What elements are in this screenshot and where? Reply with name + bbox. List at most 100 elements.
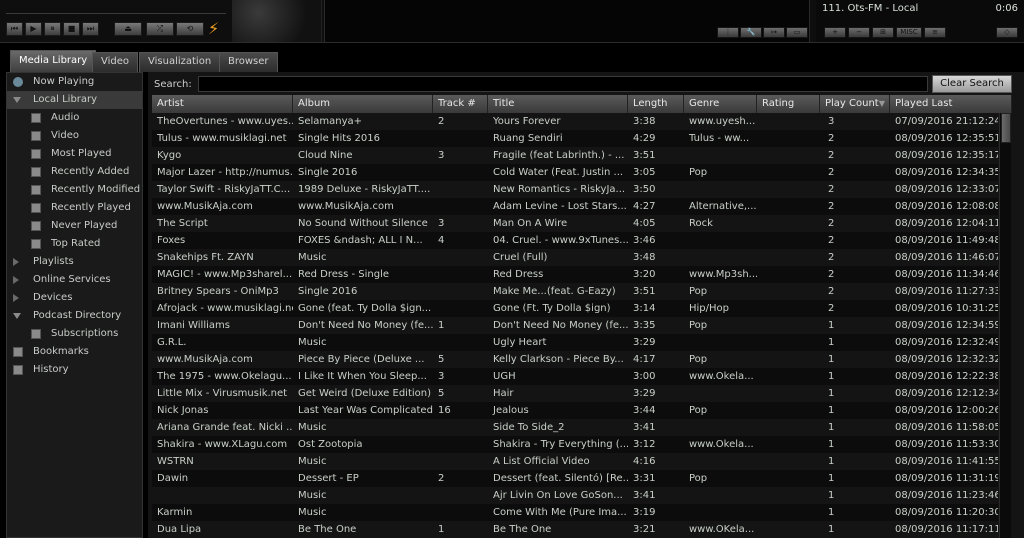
column-header-length[interactable]: Length (628, 95, 684, 113)
clear-search-button[interactable]: Clear Search (932, 75, 1012, 93)
play-button[interactable]: ▶ (25, 22, 42, 36)
table-row[interactable]: Kygo Cloud Nine 3 Fragile (feat Labrinth.) … (152, 147, 998, 164)
tab-media-library[interactable]: Media Library (10, 50, 97, 72)
table-row[interactable]: Taylor Swift - RiskyJaTT.C... 1989 Deluxe… (152, 181, 998, 198)
table-row[interactable]: Dawin Dessert - EP 2 Dessert (feat. Silentó… (152, 470, 998, 487)
table-row[interactable]: Tulus - www.musiklagi.net Single Hits 201… (152, 130, 998, 147)
cell-title: Ugly Heart (493, 337, 547, 348)
column-header-title[interactable]: Title (488, 95, 628, 113)
lightning-icon[interactable]: ⚡ (208, 20, 219, 38)
sidebar-item-now-playing[interactable]: Now Playing (7, 73, 142, 91)
table-row[interactable]: WSTRN Music A List Official Video 4:16 1 08/0… (152, 453, 998, 470)
sidebar-item-top-rated[interactable]: Top Rated (7, 235, 142, 253)
cell-album: Gone (feat. Ty Dolla $ign... (298, 303, 432, 314)
sidebar-item-most-played[interactable]: Most Played (7, 145, 142, 163)
table-row[interactable]: www.MusikAja.com Piece By Piece (Deluxe .… (152, 351, 998, 368)
cell-track-: 4 (438, 235, 445, 246)
search-input[interactable] (198, 76, 928, 92)
table-header: Artist Album Track # Title Length Genre Rating… (152, 95, 1012, 113)
cell-album: www.MusikAja.com (298, 201, 394, 212)
playlist-misc-button[interactable]: MISC (896, 27, 922, 38)
table-row[interactable]: The Script No Sound Without Silence 3 Man O… (152, 215, 998, 232)
vertical-scrollbar[interactable] (999, 113, 1011, 538)
table-row[interactable]: Shakira - www.XLagu.com Ost Zootopia Shaki… (152, 436, 998, 453)
column-header-artist[interactable]: Artist (152, 95, 293, 113)
cell-track- (433, 436, 488, 453)
column-header-album[interactable]: Album (293, 95, 433, 113)
next-button[interactable]: ⏭ (82, 22, 99, 36)
cell-length: 4:27 (633, 201, 656, 212)
table-row[interactable]: Dua Lipa Be The One 1 Be The One 3:21 www.OKe… (152, 521, 998, 538)
send-to-button[interactable]: ↦ (763, 27, 785, 38)
cell-length: 3:29 (633, 337, 656, 348)
scrollbar-thumb[interactable] (1001, 113, 1011, 143)
playlist-select-button[interactable]: ⊞ (872, 27, 894, 38)
tools-button[interactable]: 🔧 (740, 27, 762, 38)
seek-bar[interactable] (6, 4, 226, 14)
mini-visualization (232, 0, 322, 42)
table-row[interactable]: Karmin Music Come With Me (Pure Ima... 3:19… (152, 504, 998, 521)
table-row[interactable]: Snakehips Ft. ZAYN Music Cruel (Full) 3:48 2… (152, 249, 998, 266)
cell-title: Kelly Clarkson - Piece By... (493, 354, 624, 365)
tab-visualization[interactable]: Visualization (139, 52, 221, 72)
table-row[interactable]: Imani Williams Don't Need No Money (fe...… (152, 317, 998, 334)
tab-browser[interactable]: Browser (219, 52, 278, 72)
sidebar-item-video[interactable]: Video (7, 127, 142, 145)
table-row[interactable]: Major Lazer - http://numus... Single 2016… (152, 164, 998, 181)
sidebar-item-recently-added[interactable]: Recently Added (7, 163, 142, 181)
sidebar-item-label: Devices (33, 292, 73, 303)
table-row[interactable]: Afrojack - www.musiklagi.net Gone (feat. … (152, 300, 998, 317)
sidebar-item-podcast-directory[interactable]: Podcast Directory (7, 307, 142, 325)
sidebar-item-devices[interactable]: Devices (7, 289, 142, 307)
eject-button[interactable]: ⏏ (114, 22, 142, 36)
pause-button[interactable]: ⏸ (44, 22, 61, 36)
cell-played-last: 08/09/2016 11:58:05 (895, 422, 998, 433)
track-table-body: TheOvertunes - www.uyes... Selamanya+ 2 You… (152, 113, 998, 538)
tab-video[interactable]: Video (92, 52, 139, 72)
table-row[interactable]: MAGIC! - www.Mp3sharel... Red Dress - Sin… (152, 266, 998, 283)
table-row[interactable]: Ariana Grande feat. Nicki ... Music Side T… (152, 419, 998, 436)
sidebar-item-audio[interactable]: Audio (7, 109, 142, 127)
sidebar-item-local-library[interactable]: Local Library (7, 91, 142, 109)
sidebar-item-subscriptions[interactable]: Subscriptions (7, 325, 142, 343)
sidebar-item-recently-modified[interactable]: Recently Modified (7, 181, 142, 199)
sidebar-item-bookmarks[interactable]: Bookmarks (7, 343, 142, 361)
column-header-track-[interactable]: Track # (433, 95, 488, 113)
sidebar-item-recently-played[interactable]: Recently Played (7, 199, 142, 217)
table-row[interactable]: Music Ajr Livin On Love GoSon... 3:41 1 08/0… (152, 487, 998, 504)
table-row[interactable]: Little Mix - Virusmusik.net Get Weird (De… (152, 385, 998, 402)
playlist-options-button[interactable]: ◇ (996, 27, 1018, 38)
previous-button[interactable]: ⏮ (6, 22, 23, 36)
table-row[interactable]: G.R.L. Music Ugly Heart 3:29 1 08/09/2016 12:… (152, 334, 998, 351)
repeat-button[interactable]: ⟲ (176, 22, 204, 36)
cell-title: Hair (493, 388, 514, 399)
cell-length: 3:21 (633, 524, 656, 535)
table-row[interactable]: Britney Spears - OniMp3 Single 2016 Make M… (152, 283, 998, 300)
cell-title: 04. Cruel. - www.9xTunes... (493, 235, 628, 246)
column-header-genre[interactable]: Genre (684, 95, 757, 113)
window-button[interactable]: ▭ (786, 27, 808, 38)
sidebar-item-history[interactable]: History (7, 361, 142, 379)
table-row[interactable]: Nick Jonas Last Year Was Complicated 16 Jea… (152, 402, 998, 419)
table-row[interactable]: www.MusikAja.com www.MusikAja.com Adam Lev… (152, 198, 998, 215)
playlist-list-button[interactable]: ≡ (924, 27, 946, 38)
column-header-play-count[interactable]: Play Count ▼ (820, 95, 890, 113)
cell-title: A List Official Video (493, 456, 590, 467)
table-row[interactable]: Foxes FOXES &ndash; ALL I N... 4 04. Cruel.… (152, 232, 998, 249)
table-row[interactable]: The 1975 - www.Okelagu... I Like It When … (152, 368, 998, 385)
stop-button[interactable]: ■ (63, 22, 80, 36)
column-header-rating[interactable]: Rating (757, 95, 820, 113)
sidebar-item-online-services[interactable]: Online Services (7, 271, 142, 289)
cell-genre (684, 334, 757, 351)
playlist-remove-button[interactable]: − (848, 27, 870, 38)
cell-play-count: 1 (828, 473, 835, 484)
shuffle-button[interactable]: ⤮ (146, 22, 174, 36)
sidebar-item-never-played[interactable]: Never Played (7, 217, 142, 235)
table-row[interactable]: TheOvertunes - www.uyes... Selamanya+ 2 You… (152, 113, 998, 130)
misc-label: MISC (900, 28, 918, 36)
playlist-add-button[interactable]: + (824, 27, 846, 38)
sidebar-item-playlists[interactable]: Playlists (7, 253, 142, 271)
menu-button[interactable]: ⋮ (717, 27, 739, 38)
cell-played-last: 08/09/2016 11:23:46 (895, 490, 998, 501)
column-header-played-last[interactable]: Played Last (890, 95, 1012, 113)
